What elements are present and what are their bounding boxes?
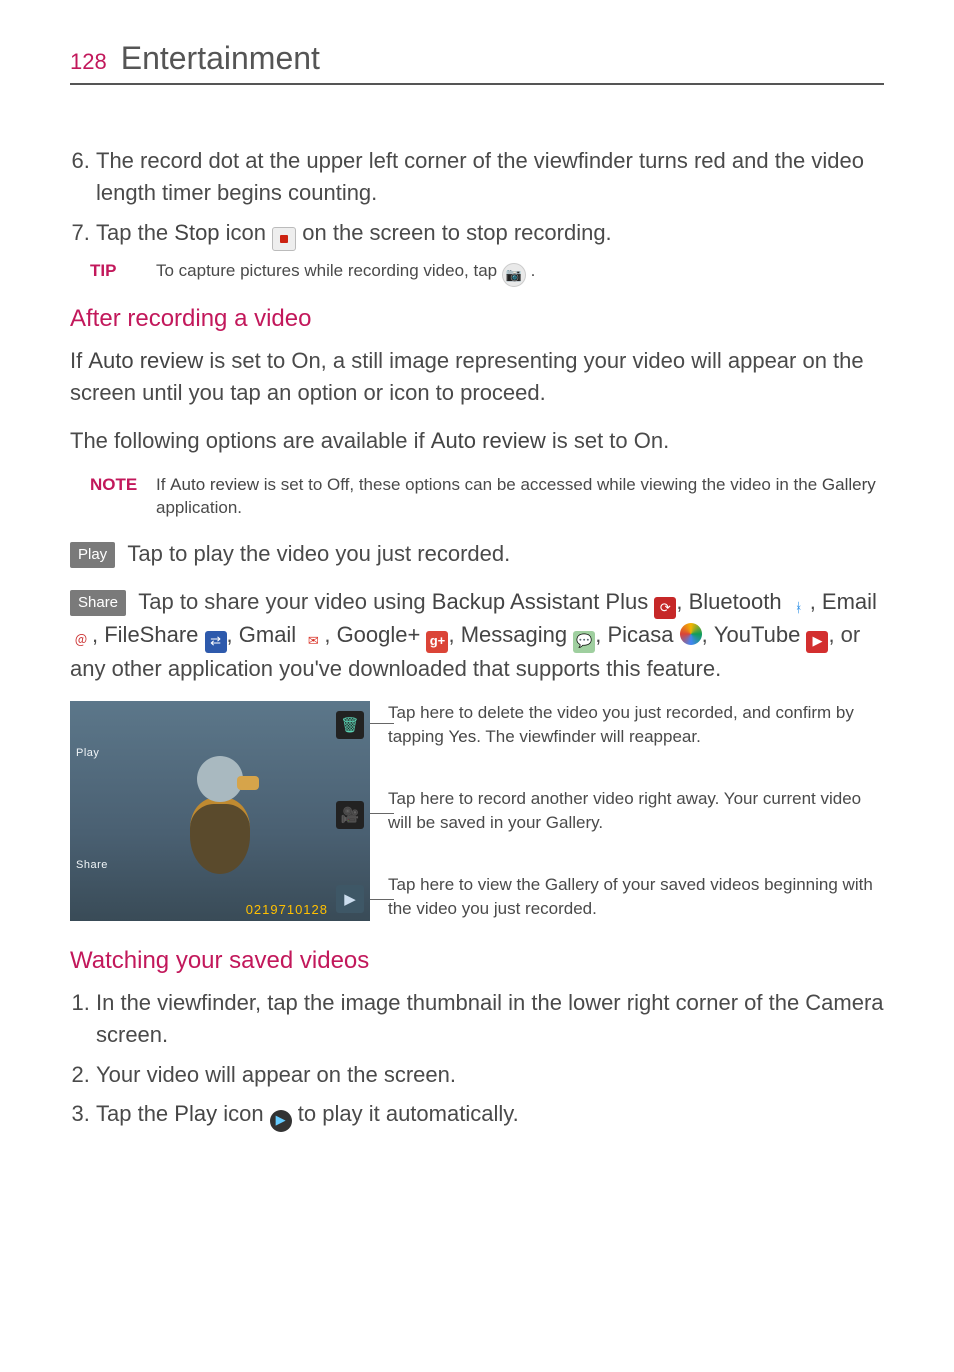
- app-picasa: Picasa: [607, 622, 673, 647]
- section-title: Entertainment: [121, 40, 320, 77]
- email-icon: ＠: [70, 631, 92, 653]
- capture-icon: 📷: [502, 263, 526, 287]
- app-gplus: Google+: [337, 622, 421, 647]
- watch-step-1: In the viewfinder, tap the image thumbna…: [96, 987, 884, 1051]
- video-review-screenshot: Play Share 0219710128 🗑 🎥 ▶: [70, 701, 370, 921]
- tip-label: TIP: [90, 259, 140, 287]
- ws3a: Tap the: [96, 1101, 174, 1126]
- shot-play-label: Play: [76, 747, 99, 759]
- ws3b: Play: [174, 1101, 217, 1126]
- messaging-icon: 💬: [573, 631, 595, 653]
- play-text: Tap to play the video you just recorded.: [127, 541, 510, 566]
- share-line: Share Tap to share your video using Back…: [70, 586, 884, 685]
- step-6-text: The record dot at the upper left corner …: [96, 148, 864, 205]
- steps-continued: The record dot at the upper left corner …: [70, 145, 884, 251]
- share-tag: Share: [70, 590, 126, 616]
- record-button-icon[interactable]: 🎥: [336, 801, 364, 829]
- step-7-stop: Stop: [174, 220, 219, 245]
- backup-assistant-icon: ⟳: [654, 597, 676, 619]
- page-number: 128: [70, 49, 107, 75]
- delete-button-icon[interactable]: 🗑: [336, 711, 364, 739]
- heading-after-recording: After recording a video: [70, 305, 884, 333]
- ap2c: is set to On.: [546, 428, 670, 453]
- youtube-icon: ▶: [806, 631, 828, 653]
- ws3c: icon: [217, 1101, 270, 1126]
- tip-row: TIP To capture pictures while recording …: [90, 259, 884, 287]
- picasa-icon: [680, 623, 702, 645]
- note-label: NOTE: [90, 473, 140, 521]
- tip-b: .: [531, 261, 536, 280]
- fileshare-icon: ⇄: [205, 631, 227, 653]
- googleplus-icon: g+: [426, 631, 448, 653]
- play-tag: Play: [70, 542, 115, 568]
- gmail-icon: ✉: [302, 631, 324, 653]
- step-7-a: Tap the: [96, 220, 174, 245]
- ap1a: If: [70, 348, 88, 373]
- bluetooth-icon: ᚼ: [788, 597, 810, 619]
- app-gmail: Gmail: [239, 622, 296, 647]
- watch-step-3: Tap the Play icon ▶ to play it automatic…: [96, 1098, 884, 1131]
- gallery-thumbnail-button[interactable]: ▶: [336, 885, 364, 913]
- step-6: The record dot at the upper left corner …: [96, 145, 884, 209]
- app-backup: Backup Assistant Plus: [432, 589, 648, 614]
- nb: Auto review: [170, 475, 259, 494]
- watch-step-2: Your video will appear on the screen.: [96, 1059, 884, 1091]
- app-bt: Bluetooth: [689, 589, 782, 614]
- share-lead: Tap to share your video using: [138, 589, 432, 614]
- callout-gallery: Tap here to view the Gallery of your sav…: [388, 873, 884, 921]
- nc: is set to Off, these options can be acce…: [259, 475, 822, 494]
- na: If: [156, 475, 170, 494]
- ap2b: Auto review: [431, 428, 546, 453]
- video-thumbnail-figure: [185, 756, 255, 876]
- callout-record: Tap here to record another video right a…: [388, 787, 884, 835]
- ap1b: Auto review: [88, 348, 203, 373]
- play-circle-icon: ▶: [270, 1110, 292, 1132]
- ne: application.: [156, 498, 242, 517]
- tip-a: To capture pictures while recording vide…: [156, 261, 502, 280]
- stop-icon: [272, 227, 296, 251]
- ap2a: The following options are available if: [70, 428, 431, 453]
- shot-timestamp: 0219710128: [246, 902, 328, 917]
- note-row: NOTE If Auto review is set to Off, these…: [90, 473, 884, 521]
- shot-share-label: Share: [76, 859, 108, 871]
- cd-b: Yes: [449, 727, 477, 746]
- app-yt: YouTube: [714, 622, 800, 647]
- step-7-b: icon: [220, 220, 273, 245]
- cd-c: . The viewfinder will reappear.: [476, 727, 701, 746]
- heading-watching: Watching your saved videos: [70, 947, 884, 975]
- callout-delete: Tap here to delete the video you just re…: [388, 701, 884, 749]
- play-line: Play Tap to play the video you just reco…: [70, 538, 884, 570]
- screenshot-annotation: Play Share 0219710128 🗑 🎥 ▶ Tap here to …: [70, 701, 884, 921]
- after-para-2: The following options are available if A…: [70, 425, 884, 457]
- screenshot-callouts: Tap here to delete the video you just re…: [388, 701, 884, 921]
- step-7-c: on the screen to stop recording.: [302, 220, 611, 245]
- app-fileshare: FileShare: [104, 622, 198, 647]
- after-para-1: If Auto review is set to On, a still ima…: [70, 345, 884, 409]
- app-email: Email: [822, 589, 877, 614]
- nd: Gallery: [822, 475, 876, 494]
- watching-steps: In the viewfinder, tap the image thumbna…: [70, 987, 884, 1132]
- ws3d: to play it automatically.: [298, 1101, 519, 1126]
- step-7: Tap the Stop icon on the screen to stop …: [96, 217, 884, 251]
- tip-body: To capture pictures while recording vide…: [156, 259, 884, 287]
- page-header: 128 Entertainment: [70, 40, 884, 85]
- note-body: If Auto review is set to Off, these opti…: [156, 473, 884, 521]
- app-msg: Messaging: [461, 622, 567, 647]
